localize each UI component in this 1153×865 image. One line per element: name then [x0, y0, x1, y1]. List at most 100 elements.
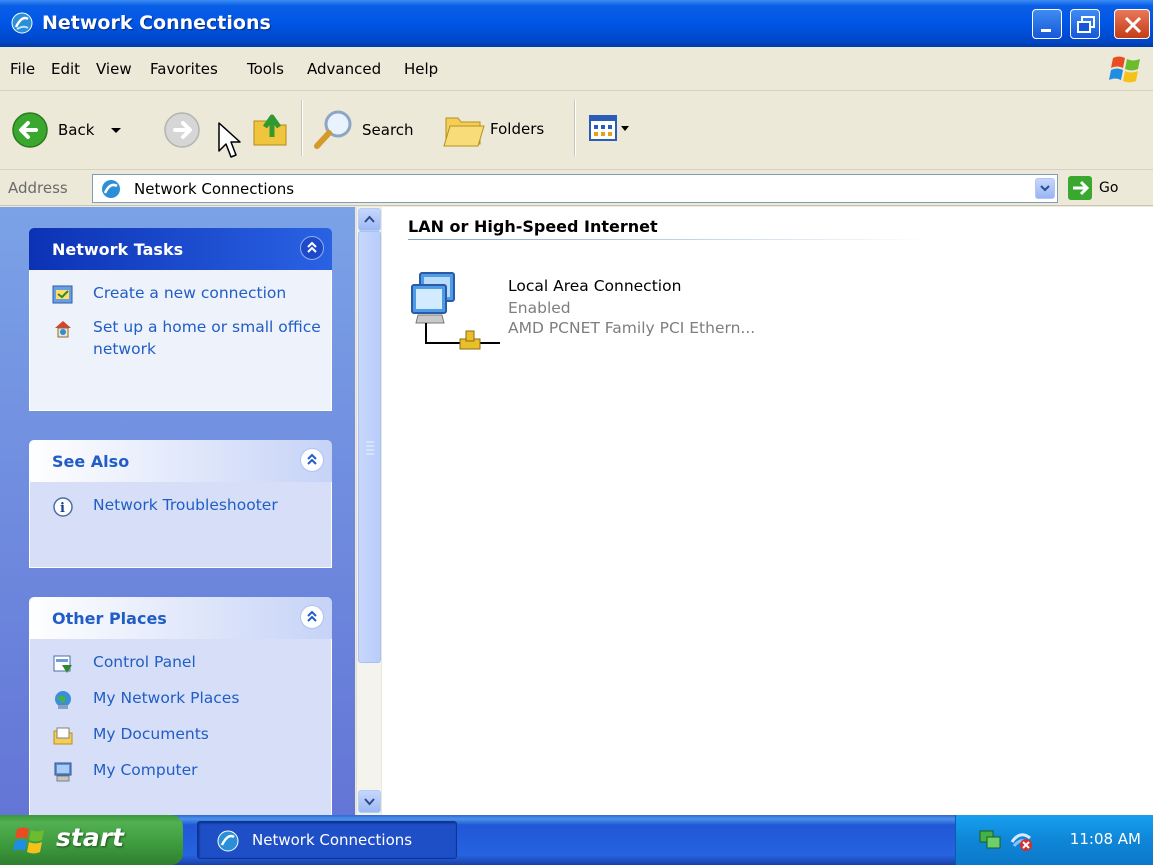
chevron-up-icon [364, 215, 375, 223]
windows-logo-icon [1109, 56, 1140, 83]
scroll-down-button[interactable] [358, 790, 381, 813]
menu-tools[interactable]: Tools [247, 60, 284, 78]
system-tray: 11:08 AM [955, 815, 1153, 865]
documents-icon [53, 727, 73, 745]
svg-text:i: i [60, 501, 65, 516]
see-also-header[interactable]: See Also [29, 440, 332, 482]
title-bar[interactable]: Network Connections [0, 0, 1153, 47]
connection-device: AMD PCNET Family PCI Ethern... [508, 319, 756, 337]
go-label: Go [1099, 180, 1119, 196]
taskbar-window-button[interactable]: Network Connections [197, 821, 457, 859]
menu-file[interactable]: File [10, 60, 35, 78]
collapse-icon[interactable] [300, 605, 324, 629]
start-label: start [56, 823, 124, 852]
info-icon: i [53, 497, 73, 517]
control-panel-icon [53, 655, 72, 673]
address-value: Network Connections [134, 180, 295, 198]
folders-button[interactable]: Folders [442, 108, 544, 150]
scroll-up-button[interactable] [358, 208, 381, 231]
network-tasks-title: Network Tasks [52, 240, 184, 259]
forward-button[interactable] [162, 110, 202, 150]
folders-icon [443, 117, 485, 147]
my-documents-link[interactable]: My Documents [30, 723, 331, 747]
back-arrow-icon [12, 112, 48, 148]
lan-connection-icon [411, 272, 500, 350]
control-panel-link[interactable]: Control Panel [30, 651, 331, 675]
network-connections-icon [11, 12, 33, 34]
see-also-group: See Also i Network Troubleshooter [29, 440, 332, 568]
new-connection-icon [52, 285, 73, 304]
wireless-disconnected-icon[interactable] [1008, 828, 1034, 852]
taskbar-window-label: Network Connections [252, 831, 413, 849]
back-button[interactable]: Back [10, 110, 126, 150]
search-button[interactable]: Search [312, 108, 414, 152]
address-dropdown-button[interactable] [1035, 178, 1055, 199]
menu-edit[interactable]: Edit [51, 60, 80, 78]
network-status-icon[interactable] [978, 828, 1002, 852]
lan-group-header: LAN or High-Speed Internet [408, 217, 658, 236]
menu-bar: File Edit View Favorites Tools Advanced … [0, 47, 1153, 91]
vertical-scrollbar[interactable] [356, 207, 381, 815]
back-dropdown-icon[interactable] [106, 120, 126, 140]
views-icon [589, 115, 629, 141]
menu-view[interactable]: View [96, 60, 132, 78]
up-folder-button[interactable] [250, 107, 290, 149]
address-bar: Address Network Connections Go [0, 171, 1153, 206]
group-divider [408, 239, 928, 240]
scroll-thumb[interactable] [358, 231, 381, 663]
forward-arrow-icon [164, 112, 200, 148]
folders-label: Folders [490, 120, 545, 138]
connection-status: Enabled [508, 299, 571, 317]
home-network-icon [55, 321, 71, 338]
computer-icon [54, 762, 72, 782]
clock: 11:08 AM [1069, 830, 1141, 848]
close-button[interactable] [1114, 9, 1150, 39]
restore-button[interactable] [1070, 9, 1100, 39]
menu-advanced[interactable]: Advanced [307, 60, 381, 78]
search-label: Search [362, 121, 414, 139]
local-area-connection-item[interactable]: Local Area Connection Enabled AMD PCNET … [410, 267, 830, 357]
create-connection-link[interactable]: Create a new connection [30, 282, 331, 306]
minimize-button[interactable] [1032, 9, 1062, 39]
toolbar: Back Search Folders [0, 92, 1153, 170]
address-input[interactable]: Network Connections [92, 174, 1058, 203]
windows-logo-icon [13, 827, 44, 854]
menu-help[interactable]: Help [404, 60, 438, 78]
window-title: Network Connections [42, 12, 271, 34]
taskbar: start Network Connections 11:08 AM [0, 815, 1153, 865]
other-places-header[interactable]: Other Places [29, 597, 332, 639]
network-connections-icon [102, 180, 120, 198]
address-label: Address [8, 179, 68, 197]
collapse-icon[interactable] [300, 448, 324, 472]
my-computer-link[interactable]: My Computer [30, 759, 331, 783]
back-label: Back [58, 121, 95, 139]
my-network-places-link[interactable]: My Network Places [30, 687, 331, 711]
minimize-icon [1041, 29, 1051, 32]
go-arrow-icon [1068, 176, 1092, 200]
grip-icon [366, 441, 374, 455]
chevron-down-icon [364, 798, 375, 806]
connection-name: Local Area Connection [508, 277, 682, 295]
restore-icon [1077, 16, 1095, 33]
network-places-icon [55, 691, 71, 709]
see-also-title: See Also [52, 452, 130, 471]
network-connections-icon [217, 830, 239, 852]
mouse-cursor-icon [218, 122, 241, 158]
other-places-title: Other Places [52, 609, 167, 628]
network-troubleshooter-link[interactable]: i Network Troubleshooter [30, 494, 331, 518]
search-icon [314, 110, 352, 149]
collapse-icon[interactable] [300, 236, 324, 260]
network-tasks-header[interactable]: Network Tasks [29, 228, 332, 270]
network-tasks-group: Network Tasks Create a new connection Se… [29, 228, 332, 411]
home-network-link[interactable]: Set up a home or small office network [30, 316, 331, 360]
go-button[interactable]: Go [1067, 175, 1118, 201]
menu-favorites[interactable]: Favorites [150, 60, 218, 78]
views-button[interactable] [588, 114, 632, 144]
other-places-group: Other Places Control Panel My Network Pl… [29, 597, 332, 815]
start-button[interactable]: start [0, 815, 183, 865]
up-folder-icon [253, 114, 287, 146]
task-pane: Network Tasks Create a new connection Se… [0, 207, 355, 815]
close-icon [1124, 16, 1142, 34]
content-area: LAN or High-Speed Internet Local Area Co… [382, 207, 1153, 815]
chevron-down-icon [1040, 185, 1050, 192]
